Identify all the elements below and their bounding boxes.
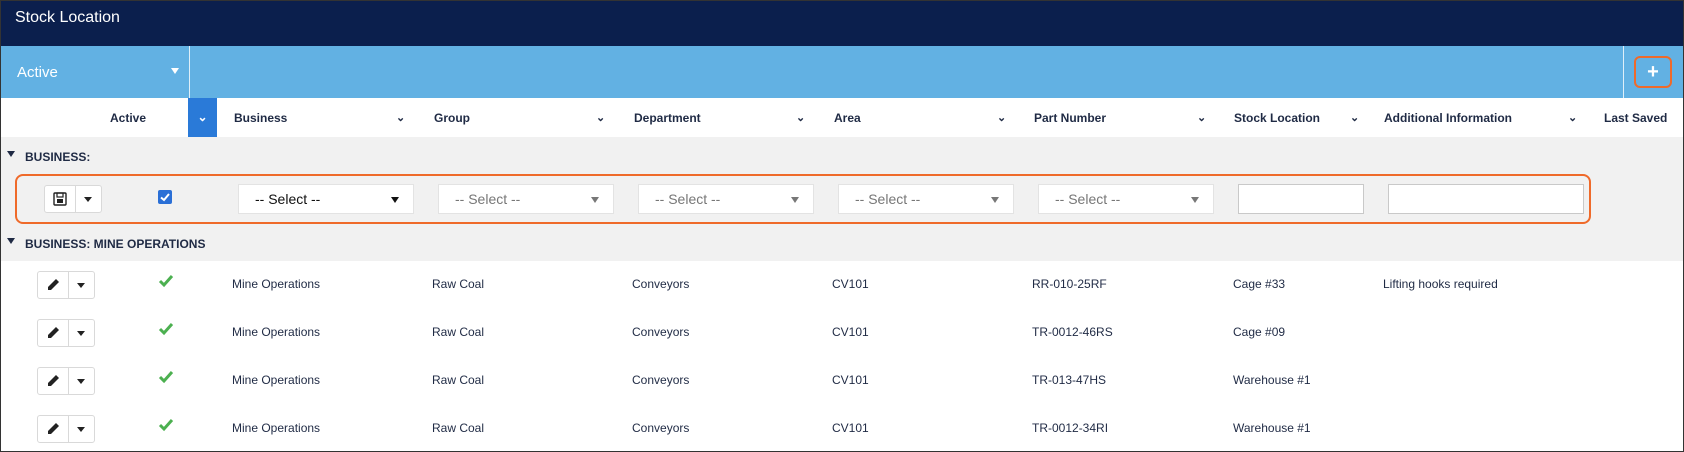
highlight-outline: [15, 174, 1591, 224]
pencil-icon: [48, 327, 59, 338]
stock-location-cell: Cage #33: [1233, 277, 1286, 291]
column-header-row: Active Business ⌄ Group ⌄ Department ⌄ A…: [1, 98, 1683, 137]
status-filter-value: Active: [17, 64, 58, 81]
pencil-icon: [48, 375, 59, 386]
active-sort-button[interactable]: ⌄: [188, 98, 217, 137]
stock-location-window: Stock Location Active + Active Business …: [0, 0, 1684, 452]
part-number-cell: TR-0012-46RS: [1032, 325, 1113, 339]
column-header-part-number[interactable]: Part Number ⌄: [1034, 98, 1210, 137]
chevron-down-icon[interactable]: ⌄: [596, 111, 605, 124]
checkmark-icon: [158, 275, 174, 288]
column-header-business[interactable]: Business ⌄: [234, 98, 410, 137]
row-options-dropdown[interactable]: [68, 272, 94, 298]
additional-information-cell: Lifting hooks required: [1383, 277, 1498, 291]
edit-button[interactable]: [38, 320, 69, 346]
group-cell: Raw Coal: [432, 325, 485, 339]
area-cell: CV101: [832, 373, 869, 387]
row-options-dropdown[interactable]: [68, 320, 94, 346]
department-cell: Conveyors: [632, 373, 690, 387]
status-filter-dropdown[interactable]: Active: [1, 46, 190, 98]
stock-location-cell: Warehouse #1: [1233, 373, 1311, 387]
chevron-down-icon[interactable]: ⌄: [396, 111, 405, 124]
table-row: Mine Operations Raw Coal Conveyors CV101…: [1, 261, 1683, 309]
divider: [1623, 46, 1624, 98]
edit-button[interactable]: [38, 416, 69, 442]
add-record-button[interactable]: +: [1634, 56, 1672, 88]
checkmark-icon: [158, 371, 174, 384]
department-cell: Conveyors: [632, 421, 690, 435]
caret-down-icon: [77, 331, 85, 336]
pencil-icon: [48, 423, 59, 434]
plus-icon: +: [1647, 61, 1659, 83]
business-cell: Mine Operations: [232, 373, 321, 387]
row-actions: [37, 319, 95, 347]
collapse-triangle-icon[interactable]: [7, 151, 15, 157]
row-actions: [37, 271, 95, 299]
column-header-stock-location[interactable]: Stock Location ⌄: [1234, 98, 1364, 137]
department-cell: Conveyors: [632, 277, 690, 291]
business-cell: Mine Operations: [232, 421, 321, 435]
column-header-department[interactable]: Department ⌄: [634, 98, 810, 137]
table-row: Mine Operations Raw Coal Conveyors CV101…: [1, 309, 1683, 357]
column-header-last-saved[interactable]: Last Saved: [1604, 98, 1682, 137]
business-cell: Mine Operations: [232, 277, 321, 291]
area-cell: CV101: [832, 421, 869, 435]
group-header-mine-operations[interactable]: BUSINESS: MINE OPERATIONS: [1, 224, 1683, 263]
table-row: Mine Operations Raw Coal Conveyors CV101…: [1, 357, 1683, 405]
collapse-triangle-icon[interactable]: [7, 238, 15, 244]
row-actions: [37, 415, 95, 443]
chevron-down-icon[interactable]: ⌄: [1568, 111, 1577, 124]
column-header-active[interactable]: Active: [110, 98, 160, 137]
checkmark-icon: [158, 323, 174, 336]
area-cell: CV101: [832, 325, 869, 339]
department-cell: Conveyors: [632, 325, 690, 339]
group-cell: Raw Coal: [432, 373, 485, 387]
stock-location-cell: Warehouse #1: [1233, 421, 1311, 435]
page-title: Stock Location: [15, 9, 120, 26]
chevron-down-icon: ⌄: [197, 110, 208, 124]
part-number-cell: TR-0012-34RI: [1032, 421, 1109, 435]
chevron-down-icon[interactable]: ⌄: [997, 111, 1006, 124]
edit-button[interactable]: [38, 368, 69, 394]
group-cell: Raw Coal: [432, 421, 485, 435]
caret-down-icon: [171, 68, 179, 74]
column-header-group[interactable]: Group ⌄: [434, 98, 610, 137]
stock-location-cell: Cage #09: [1233, 325, 1286, 339]
column-header-area[interactable]: Area ⌄: [834, 98, 1010, 137]
part-number-cell: TR-013-47HS: [1032, 373, 1107, 387]
caret-down-icon: [77, 379, 85, 384]
chevron-down-icon[interactable]: ⌄: [1350, 111, 1359, 124]
title-bar: Stock Location: [1, 1, 1683, 46]
checkmark-icon: [158, 419, 174, 432]
filter-bar: Active +: [1, 46, 1683, 98]
chevron-down-icon[interactable]: ⌄: [1197, 111, 1206, 124]
row-options-dropdown[interactable]: [68, 416, 94, 442]
part-number-cell: RR-010-25RF: [1032, 277, 1107, 291]
table-row: Mine Operations Raw Coal Conveyors CV101…: [1, 405, 1683, 451]
caret-down-icon: [77, 283, 85, 288]
group-cell: Raw Coal: [432, 277, 485, 291]
area-cell: CV101: [832, 277, 869, 291]
group-header-new[interactable]: BUSINESS:: [1, 137, 1683, 176]
row-options-dropdown[interactable]: [68, 368, 94, 394]
chevron-down-icon[interactable]: ⌄: [796, 111, 805, 124]
caret-down-icon: [77, 427, 85, 432]
business-cell: Mine Operations: [232, 325, 321, 339]
row-actions: [37, 367, 95, 395]
column-header-additional-information[interactable]: Additional Information ⌄: [1384, 98, 1580, 137]
pencil-icon: [48, 279, 59, 290]
edit-button[interactable]: [38, 272, 69, 298]
